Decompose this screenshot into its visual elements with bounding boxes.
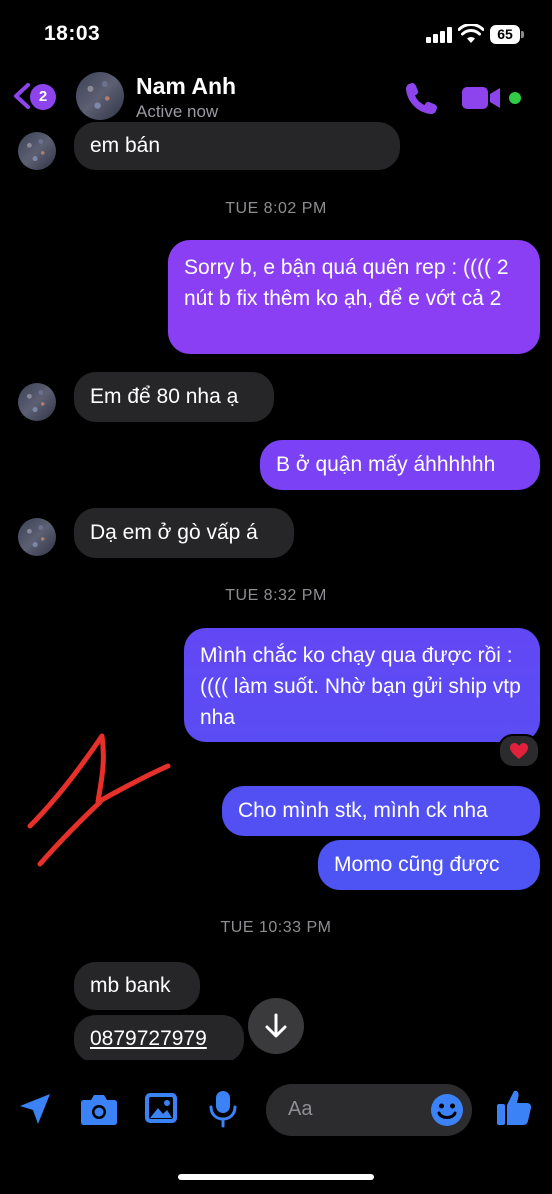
message-input-placeholder: Aa bbox=[288, 1098, 313, 1120]
heart-reaction[interactable] bbox=[498, 734, 540, 768]
scroll-down-arrow-icon bbox=[265, 1013, 287, 1038]
scroll-down-button[interactable] bbox=[248, 998, 304, 1054]
emoji-icon[interactable] bbox=[430, 1093, 464, 1127]
video-camera-icon[interactable] bbox=[462, 84, 502, 112]
contact-name[interactable]: Nam Anh bbox=[136, 73, 236, 100]
timestamp: TUE 8:02 PM bbox=[225, 200, 327, 217]
home-indicator bbox=[178, 1174, 374, 1180]
location-arrow-icon[interactable] bbox=[18, 1092, 52, 1126]
message-incoming[interactable]: mb bank bbox=[74, 962, 200, 1010]
thumbs-up-icon[interactable] bbox=[496, 1088, 532, 1126]
online-indicator bbox=[509, 92, 521, 104]
timestamp: TUE 8:32 PM bbox=[225, 587, 327, 604]
annotation-scribble bbox=[27, 733, 171, 867]
unread-badge[interactable]: 2 bbox=[30, 84, 56, 110]
microphone-icon[interactable] bbox=[208, 1090, 238, 1128]
heart-icon bbox=[510, 743, 528, 759]
wifi-icon bbox=[458, 24, 484, 43]
status-time: 18:03 bbox=[44, 22, 101, 45]
cellular-signal-icon bbox=[426, 27, 454, 43]
message-outgoing[interactable]: B ở quận mấy áhhhhhh bbox=[260, 440, 540, 490]
camera-icon[interactable] bbox=[80, 1092, 118, 1126]
phone-number-link[interactable]: 0879727979 bbox=[74, 1015, 244, 1063]
sender-avatar[interactable] bbox=[18, 132, 56, 170]
message-incoming[interactable]: Em để 80 nha ạ bbox=[74, 372, 274, 422]
message-outgoing[interactable]: Sorry b, e bận quá quên rep : (((( 2 nút… bbox=[168, 240, 540, 354]
message-incoming[interactable]: em bán bbox=[74, 122, 400, 170]
message-outgoing[interactable]: Cho mình stk, mình ck nha bbox=[222, 786, 540, 836]
timestamp: TUE 10:33 PM bbox=[220, 919, 332, 936]
back-chevron-icon[interactable] bbox=[10, 82, 32, 110]
battery-indicator: 65 bbox=[490, 25, 520, 44]
message-incoming[interactable]: Dạ em ở gò vấp á bbox=[74, 508, 294, 558]
sender-avatar[interactable] bbox=[18, 383, 56, 421]
message-outgoing[interactable]: Momo cũng được bbox=[318, 840, 540, 890]
message-outgoing[interactable]: Mình chắc ko chạy qua được rồi :(((( làm… bbox=[184, 628, 540, 742]
contact-status: Active now bbox=[136, 102, 219, 121]
battery-cap bbox=[521, 31, 524, 38]
gallery-icon[interactable] bbox=[144, 1092, 178, 1124]
contact-avatar[interactable] bbox=[76, 72, 124, 120]
phone-icon[interactable] bbox=[404, 80, 440, 116]
sender-avatar[interactable] bbox=[18, 518, 56, 556]
